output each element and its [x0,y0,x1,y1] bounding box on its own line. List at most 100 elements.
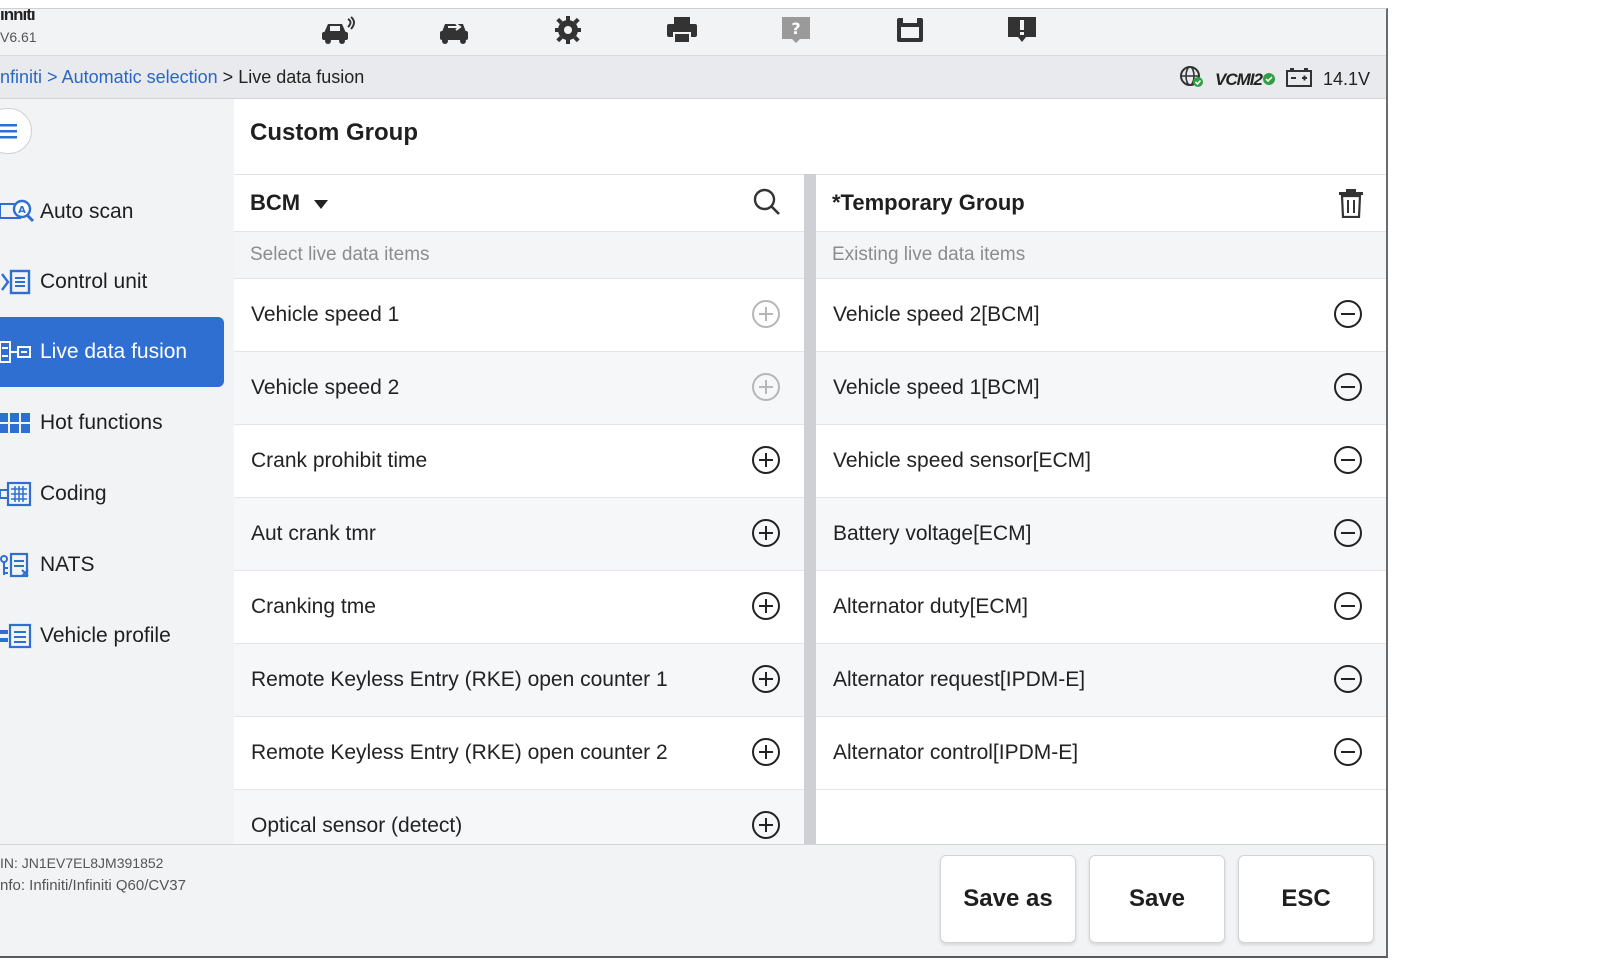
breadcrumb-automatic-selection-link[interactable]: Automatic selection [62,67,218,87]
save-icon[interactable] [886,13,934,47]
sidebar-item-label: Live data fusion [40,340,188,363]
existing-items-subheader: Existing live data items [816,232,1386,279]
list-item[interactable]: Remote Keyless Entry (RKE) open counter … [234,644,804,717]
help-icon[interactable]: ? [772,13,820,47]
list-item-label: Vehicle speed 2 [251,376,400,399]
temporary-group-panel: *Temporary Group Existing live data item… [816,174,1386,845]
sidebar-item-live-data-fusion[interactable]: Live data fusion [0,317,224,387]
remove-circle-icon[interactable] [1332,736,1364,768]
remove-circle-icon[interactable] [1332,298,1364,330]
list-item[interactable]: Crank prohibit time [234,425,804,498]
sidebar: A Auto scan Control unit Live data fusio… [0,99,233,844]
add-circle-icon[interactable] [750,444,782,476]
list-item[interactable]: Alternator request[IPDM-E] [816,644,1386,717]
module-header: BCM [234,175,804,232]
module-dropdown[interactable]: BCM [250,190,329,216]
list-item[interactable]: Alternator control[IPDM-E] [816,717,1386,790]
svg-text:?: ? [791,19,800,38]
search-icon[interactable] [752,187,782,222]
module-dropdown-label: BCM [250,190,301,215]
alert-icon[interactable] [998,13,1046,47]
sidebar-item-coding[interactable]: Coding [0,459,224,529]
breadcrumb-separator: > [47,67,62,87]
add-circle-icon[interactable] [750,371,782,403]
list-item-label: Alternator duty[ECM] [833,595,1028,618]
breadcrumb-current: Live data fusion [238,67,365,87]
sidebar-item-nats[interactable]: NATS [0,530,224,600]
app-window: ınnıtı V6.61 ? nfiniti > Automatic selec… [0,8,1388,958]
live-data-selection-panel: BCM Select live data items Vehicle speed… [234,174,804,863]
group-name: *Temporary Group [832,190,1025,215]
hamburger-menu-button[interactable] [0,108,32,154]
breadcrumb-bar: nfiniti > Automatic selection > Live dat… [0,56,1386,99]
save-as-button[interactable]: Save as [940,855,1076,943]
sidebar-item-label: Vehicle profile [40,624,171,647]
main-content: Custom Group BCM Select live data items … [234,99,1386,863]
list-item-label: Vehicle speed sensor[ECM] [833,449,1091,472]
list-item-label: Cranking tme [251,595,376,618]
list-item-label: Vehicle speed 2[BCM] [833,303,1040,326]
list-item-label: Vehicle speed 1 [251,303,400,326]
sidebar-item-label: NATS [40,553,95,576]
software-version: V6.61 [0,29,37,45]
list-item-label: Aut crank tmr [251,522,376,545]
list-item-label: Alternator control[IPDM-E] [833,741,1079,764]
remove-circle-icon[interactable] [1332,517,1364,549]
coding-icon [0,479,36,509]
save-button[interactable]: Save [1089,855,1225,943]
trash-icon[interactable] [1338,188,1364,223]
list-item[interactable]: Aut crank tmr [234,498,804,571]
add-circle-icon[interactable] [750,517,782,549]
battery-voltage: 14.1V [1322,69,1370,89]
add-circle-icon[interactable] [750,590,782,622]
list-item[interactable]: Battery voltage[ECM] [816,498,1386,571]
battery-icon [1285,66,1313,93]
page-title: Custom Group [250,119,418,146]
list-item-label: Remote Keyless Entry (RKE) open counter … [251,668,668,691]
caret-down-icon [314,190,329,216]
add-circle-icon[interactable] [750,736,782,768]
brand-logo-text: ınnıtı [0,8,36,24]
vcmi-connected-check-icon [1262,69,1275,90]
subheader-label: Existing live data items [832,244,1026,265]
list-item[interactable]: Vehicle speed sensor[ECM] [816,425,1386,498]
swap-car-icon[interactable] [430,13,478,47]
list-item[interactable]: Vehicle speed 2 [234,352,804,425]
print-icon[interactable] [658,13,706,47]
list-item[interactable]: Vehicle speed 1[BCM] [816,352,1386,425]
remove-circle-icon[interactable] [1332,444,1364,476]
car-scan-icon[interactable] [314,13,362,47]
panel-divider-scrollbar[interactable] [804,174,816,844]
breadcrumb: nfiniti > Automatic selection > Live dat… [0,67,364,88]
remove-circle-icon[interactable] [1332,663,1364,695]
list-item[interactable]: Remote Keyless Entry (RKE) open counter … [234,717,804,790]
sidebar-item-label: Coding [40,482,107,505]
group-items-list: Vehicle speed 2[BCM] Vehicle speed 1[BCM… [816,279,1386,790]
sidebar-item-control-unit[interactable]: Control unit [0,247,224,317]
add-circle-icon[interactable] [750,298,782,330]
list-item[interactable]: Vehicle speed 2[BCM] [816,279,1386,352]
footer-bar: IN: JN1EV7EL8JM391852 nfo: Infiniti/Infi… [0,844,1386,956]
hot-functions-icon [0,408,36,438]
list-item[interactable]: Vehicle speed 1 [234,279,804,352]
breadcrumb-separator: > [222,67,239,87]
remove-circle-icon[interactable] [1332,371,1364,403]
sidebar-item-vehicle-profile[interactable]: Vehicle profile [0,601,224,671]
sidebar-item-auto-scan[interactable]: A Auto scan [0,177,224,247]
control-unit-icon [0,267,36,297]
esc-button[interactable]: ESC [1238,855,1374,943]
list-item[interactable]: Cranking tme [234,571,804,644]
breadcrumb-brand-link[interactable]: nfiniti [0,67,42,87]
settings-icon[interactable] [544,13,592,47]
sidebar-item-label: Hot functions [40,411,163,434]
auto-scan-icon: A [0,197,36,227]
list-item-label: Remote Keyless Entry (RKE) open counter … [251,741,668,764]
live-data-icon [0,337,36,367]
top-toolbar: ınnıtı V6.61 ? [0,9,1386,56]
remove-circle-icon[interactable] [1332,590,1364,622]
add-circle-icon[interactable] [750,809,782,841]
sidebar-item-hot-functions[interactable]: Hot functions [0,388,224,458]
hamburger-icon [0,124,17,139]
list-item[interactable]: Alternator duty[ECM] [816,571,1386,644]
add-circle-icon[interactable] [750,663,782,695]
